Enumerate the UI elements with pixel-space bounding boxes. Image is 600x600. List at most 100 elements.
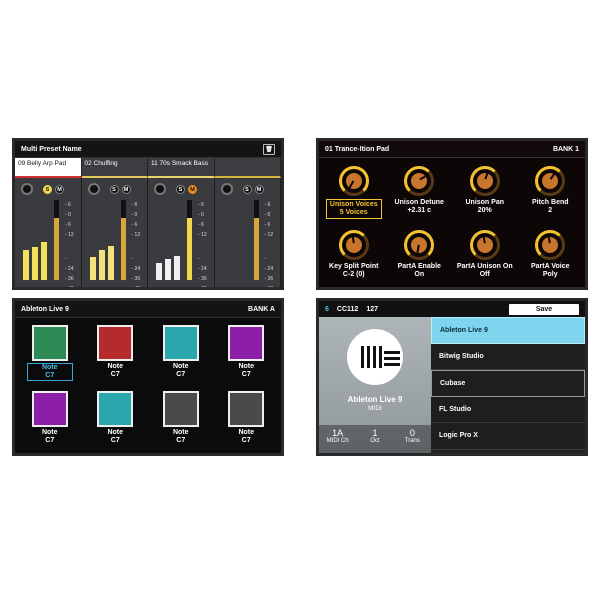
pad-label: Note C7 — [17, 429, 83, 445]
pad-square[interactable] — [31, 391, 68, 427]
pad-square[interactable] — [97, 391, 134, 427]
tab-part-1[interactable]: 09 Belly Arp Pad — [15, 158, 82, 178]
daw-list-item[interactable]: Ableton Live 9 — [431, 317, 585, 344]
drum-pad[interactable]: Note C7 — [148, 388, 214, 453]
pad-square[interactable] — [97, 325, 134, 361]
drum-pad[interactable]: Note C7 — [83, 322, 149, 388]
param-knob-icon[interactable] — [535, 230, 566, 260]
pad-label: Note C7 — [214, 363, 280, 379]
solo-button[interactable]: S — [109, 185, 119, 194]
param-knob-icon[interactable] — [338, 166, 369, 196]
mute-button[interactable]: M — [55, 185, 64, 194]
tab-part-4[interactable] — [214, 158, 281, 178]
db-scale-tick: - 36 — [65, 276, 74, 282]
param-label: Pitch Bend 2 — [518, 199, 584, 215]
param-control[interactable]: Unison Voices 5 Voices — [321, 164, 387, 228]
db-scale-tick: - 12 — [264, 232, 274, 238]
fader-fill — [187, 218, 192, 280]
param-knob-icon[interactable] — [404, 230, 435, 260]
solo-button[interactable]: S — [176, 185, 185, 194]
db-scale-tick: - 0 — [264, 212, 271, 218]
param-control[interactable]: Key Split Point C-2 (0) — [321, 228, 387, 287]
db-scale-tick: - — [131, 256, 134, 262]
level-meter — [156, 263, 162, 280]
octave[interactable]: 1 Oct — [356, 425, 393, 453]
pan-knob-icon[interactable] — [21, 183, 33, 195]
pad-square[interactable] — [162, 325, 199, 361]
pad-square[interactable] — [31, 325, 68, 361]
param-control[interactable]: Pitch Bend 2 — [518, 164, 584, 228]
param-control[interactable]: PartA Unison On Off — [452, 228, 518, 287]
midi-channel[interactable]: 1A MIDI Ch — [319, 425, 356, 453]
drum-pad[interactable]: Note C7 — [17, 388, 83, 453]
pan-knob-icon[interactable] — [87, 183, 100, 195]
db-scale-tick: - — [264, 256, 267, 262]
db-scale-tick: - 6 — [198, 222, 204, 228]
param-label: Unison Pan 20% — [452, 199, 518, 215]
db-scale-tick: - — [198, 256, 200, 262]
db-scale: - 6- 0- 6- 12-- 24- 36- 48- 60 — [198, 202, 207, 290]
param-knob-icon[interactable] — [469, 230, 500, 260]
param-control[interactable]: PartA Voice Poly — [518, 228, 584, 287]
transpose-label: Trans — [404, 438, 420, 444]
param-name: Key Split Point — [329, 263, 379, 270]
mute-button[interactable]: M — [254, 185, 264, 194]
db-scale-tick: - 48 — [198, 286, 207, 290]
param-value: C-2 (0) — [342, 271, 365, 278]
param-knob-icon[interactable] — [404, 166, 435, 196]
db-scale-tick: - — [65, 256, 67, 262]
trash-icon[interactable]: 🗑 — [263, 143, 275, 155]
volume-fader[interactable] — [120, 200, 126, 280]
pan-knob-icon[interactable] — [220, 183, 233, 195]
daw-list-item[interactable]: Bitwig Studio — [431, 343, 585, 370]
param-knob-icon[interactable] — [338, 230, 369, 260]
pad-square[interactable] — [228, 325, 265, 361]
pad-square[interactable] — [228, 391, 265, 427]
solo-button[interactable]: S — [242, 185, 252, 194]
param-value: +2.31 c — [407, 207, 432, 214]
volume-fader[interactable] — [54, 200, 59, 280]
transpose[interactable]: 0 Trans — [394, 425, 431, 453]
daw-list-item[interactable]: FL Studio — [431, 396, 585, 423]
param-value: 5 Voices — [339, 209, 368, 216]
drum-pad[interactable]: Note C7 — [214, 388, 280, 453]
pad-square[interactable] — [162, 391, 199, 427]
pad-type: Note — [172, 363, 189, 370]
param-control[interactable]: Unison Detune +2.31 c — [387, 164, 453, 228]
pads-title: Ableton Live 9 — [21, 305, 69, 313]
param-control[interactable]: Unison Pan 20% — [452, 164, 518, 228]
param-knob-icon[interactable] — [469, 166, 500, 196]
bank-label: BANK 1 — [552, 145, 579, 153]
param-knob-icon[interactable] — [535, 166, 566, 196]
volume-fader[interactable] — [253, 200, 259, 280]
db-scale-tick: - 12 — [198, 232, 207, 238]
mute-button[interactable]: M — [188, 185, 197, 194]
db-scale-tick: - 48 — [65, 286, 74, 290]
level-meter — [41, 242, 47, 280]
mute-button[interactable]: M — [121, 185, 131, 194]
channel-strips: SM- 6- 0- 6- 12-- 24- 36- 48- 60SM- 6- 0… — [15, 178, 281, 290]
daw-list-item[interactable]: Cubase — [431, 370, 585, 397]
tab-part-3[interactable]: 11 70s Smack Bass — [148, 158, 215, 178]
volume-fader[interactable] — [187, 200, 192, 280]
param-control[interactable]: PartA Enable On — [387, 228, 453, 287]
drum-pad[interactable]: Note C7 — [214, 322, 280, 388]
drum-pad[interactable]: Note C7 — [17, 322, 83, 388]
drum-pad[interactable]: Note C7 — [148, 322, 214, 388]
save-button[interactable]: Save — [509, 303, 579, 315]
fader-fill — [54, 218, 59, 280]
solo-button[interactable]: S — [43, 185, 52, 194]
drum-pad[interactable]: Note C7 — [83, 388, 149, 453]
pad-type: Note — [107, 363, 124, 370]
db-scale-tick: - 6 — [65, 202, 71, 208]
param-label: Unison Voices 5 Voices — [325, 199, 382, 219]
db-scale-tick: - 0 — [198, 212, 204, 218]
daw-list-item[interactable]: Logic Pro X — [431, 423, 585, 450]
tab-part-2[interactable]: 02 Chuffing — [81, 158, 148, 178]
db-scale-tick: - 24 — [65, 266, 74, 272]
pan-knob-icon[interactable] — [154, 183, 166, 195]
pad-type: Note — [41, 429, 58, 436]
db-scale-tick: - 12 — [131, 232, 141, 238]
db-scale-tick: - 24 — [198, 266, 207, 272]
daw-header: 6 CC112 127 Save — [319, 301, 585, 317]
